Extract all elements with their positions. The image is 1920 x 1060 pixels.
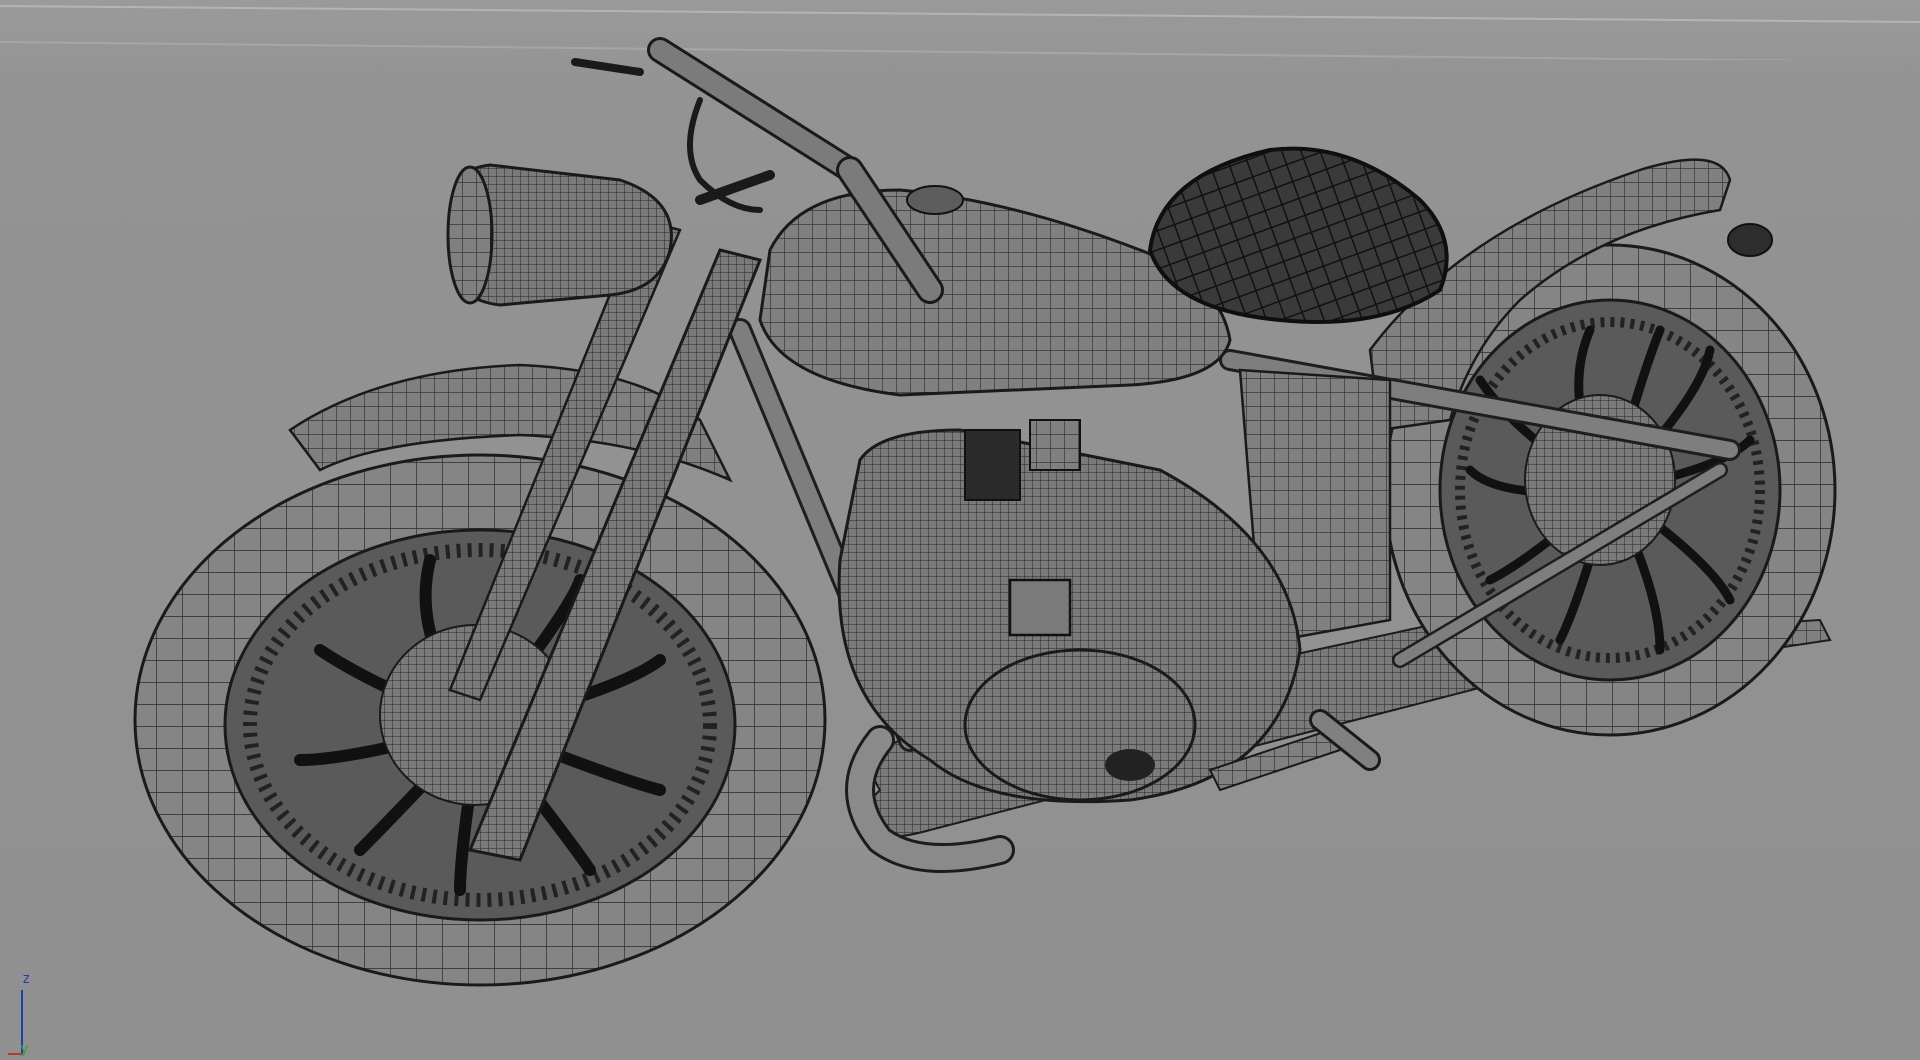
- axis-gizmo: z y: [8, 962, 68, 1057]
- headlight[interactable]: [446, 163, 673, 307]
- engine[interactable]: [837, 419, 1302, 804]
- motorcycle-model[interactable]: [0, 0, 1920, 1060]
- seat[interactable]: [1147, 146, 1449, 324]
- axis-y-label: y: [20, 1041, 29, 1057]
- front-wheel[interactable]: [133, 453, 827, 987]
- axis-gizmo-lines: [8, 990, 23, 1055]
- 3d-viewport[interactable]: z y: [0, 0, 1920, 1060]
- axis-z-label: z: [22, 971, 31, 987]
